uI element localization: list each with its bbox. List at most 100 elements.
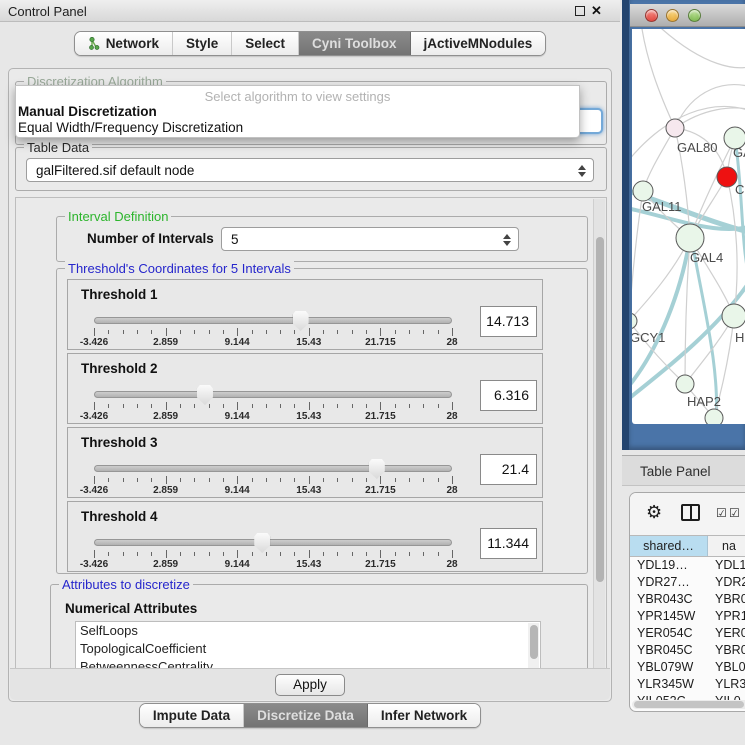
column-header-name[interactable]: na [708,536,745,556]
network-graph[interactable]: GAL80GACGAL11GAL4GCY1HHAP2 [632,29,745,424]
table-cell[interactable]: YBL0 [708,659,745,676]
network-edge[interactable] [727,177,737,316]
table-row[interactable]: YBR043CYBR0 [630,591,745,608]
threshold-2-box: Threshold 2 -3.4262.8599.14415.4321.7152… [67,353,543,424]
number-of-intervals-combobox[interactable]: 5 [221,227,519,251]
table-cell[interactable]: YPR145W [630,608,708,625]
tab-cyni-toolbox[interactable]: Cyni Toolbox [299,32,411,55]
table-row[interactable]: YBL079WYBL0 [630,659,745,676]
threshold-2-value-field[interactable]: 6.316 [480,380,537,411]
horizontal-scrollbar[interactable] [632,700,745,709]
traffic-light-close-icon[interactable] [645,9,658,22]
traffic-light-zoom-icon[interactable] [688,9,701,22]
dropdown-item-equal-width-frequency[interactable]: Equal Width/Frequency Discretization [16,120,579,136]
table-cell[interactable]: YBR0 [708,591,745,608]
network-node[interactable] [666,119,684,137]
close-button[interactable]: ✕ [591,3,602,19]
traffic-light-minimize-icon[interactable] [666,9,679,22]
table-cell[interactable]: YER0 [708,625,745,642]
slider-tick-labels: -3.4262.8599.14415.4321.71528 [94,337,452,349]
network-node[interactable] [676,375,694,393]
numerical-attributes-list[interactable]: SelfLoops TopologicalCoefficient Between… [75,621,541,669]
apply-button[interactable]: Apply [275,674,345,696]
dropdown-item-manual-discretization[interactable]: Manual Discretization [16,104,579,120]
table-row[interactable]: YER054CYER0 [630,625,745,642]
table-row[interactable]: YDL19…YDL1 [630,557,745,574]
table-row[interactable]: YPR145WYPR1 [630,608,745,625]
list-item-selfloops[interactable]: SelfLoops [76,622,540,640]
table-row[interactable]: YBR045CYBR0 [630,642,745,659]
tab-label: Impute Data [153,708,230,723]
table-cell[interactable]: YDL1 [708,557,745,574]
table-cell[interactable]: YLR3 [708,676,745,693]
network-node[interactable] [676,224,704,252]
threshold-3-value-field[interactable]: 21.4 [480,454,537,485]
number-of-intervals-label: Number of Intervals [87,231,214,246]
slider-tick-marks [94,328,452,337]
split-view-icon[interactable] [681,504,700,521]
network-node[interactable] [717,167,737,187]
table-data-combobox-value: galFiltered.sif default node [36,163,194,178]
checkbox-select-icon[interactable]: ☑ [729,506,740,520]
tab-style[interactable]: Style [173,32,232,55]
table-cell[interactable]: YLR345W [630,676,708,693]
bottom-tab-bar: Impute Data Discretize Data Infer Networ… [0,703,620,728]
tab-discretize-data[interactable]: Discretize Data [244,704,368,727]
tab-jactivemnodules[interactable]: jActiveMNodules [411,32,546,55]
network-canvas[interactable]: GAL80GACGAL11GAL4GCY1HHAP2 [632,29,745,424]
table-cell[interactable]: YDR27… [630,574,708,591]
slider-tick [180,330,181,334]
network-edge[interactable] [675,108,745,128]
slider-track[interactable] [94,539,452,546]
table-cell[interactable]: YER054C [630,625,708,642]
tick-label: 15.43 [296,411,321,422]
slider-tick [223,404,224,408]
tab-network[interactable]: Network [75,32,173,55]
network-edge[interactable] [662,29,745,68]
tick-label: 9.144 [225,559,250,570]
float-window-button[interactable] [575,6,585,16]
tab-impute-data[interactable]: Impute Data [140,704,244,727]
tick-label: 15.43 [296,337,321,348]
threshold-1-value-field[interactable]: 14.713 [480,306,537,337]
table-data-combobox[interactable]: galFiltered.sif default node [26,158,594,182]
table-row[interactable]: YLR345WYLR3 [630,676,745,693]
settings-scroll-area: Interval Definition Number of Intervals … [15,197,607,669]
tab-select[interactable]: Select [232,32,299,55]
table-cell[interactable]: YDL19… [630,557,708,574]
tab-infer-network[interactable]: Infer Network [368,704,480,727]
table-cell[interactable]: YBR043C [630,591,708,608]
list-vertical-scrollbar[interactable] [528,623,539,669]
slider-tick [366,404,367,408]
table-cell[interactable]: YDR2 [708,574,745,591]
slider-tick [194,552,195,556]
list-item-topologicalcoefficient[interactable]: TopologicalCoefficient [76,640,540,658]
network-edge[interactable] [642,29,675,128]
node-label: H [735,330,744,345]
vertical-scrollbar[interactable] [593,199,605,669]
slider-track[interactable] [94,391,452,398]
network-node[interactable] [722,304,745,328]
slider-tick [395,478,396,482]
gear-icon[interactable]: ⚙ [646,502,662,523]
slider-track[interactable] [94,317,452,324]
checkbox-select-icon[interactable]: ☑ [716,506,727,520]
table-cell[interactable]: YBR045C [630,642,708,659]
node-label: C [735,182,744,197]
network-node[interactable] [633,181,653,201]
slider-track[interactable] [94,465,452,472]
table-panel-toolbar: ⚙ ☑ ☑ [630,493,745,535]
threshold-4-value-field[interactable]: 11.344 [480,528,537,559]
slider-tick [309,550,310,558]
network-edge[interactable] [643,128,675,191]
column-header-shared-name[interactable]: shared… [630,536,708,556]
table-cell[interactable]: YPR1 [708,608,745,625]
network-node[interactable] [632,313,637,329]
table-row[interactable]: YDR27…YDR2 [630,574,745,591]
network-node[interactable] [705,409,723,424]
table-cell[interactable]: YBL079W [630,659,708,676]
cyni-toolbox-panel: Discretization Algorithm Select algorith… [8,68,612,702]
tab-label: Discretize Data [257,708,354,723]
slider-tick [166,550,167,558]
table-cell[interactable]: YBR0 [708,642,745,659]
